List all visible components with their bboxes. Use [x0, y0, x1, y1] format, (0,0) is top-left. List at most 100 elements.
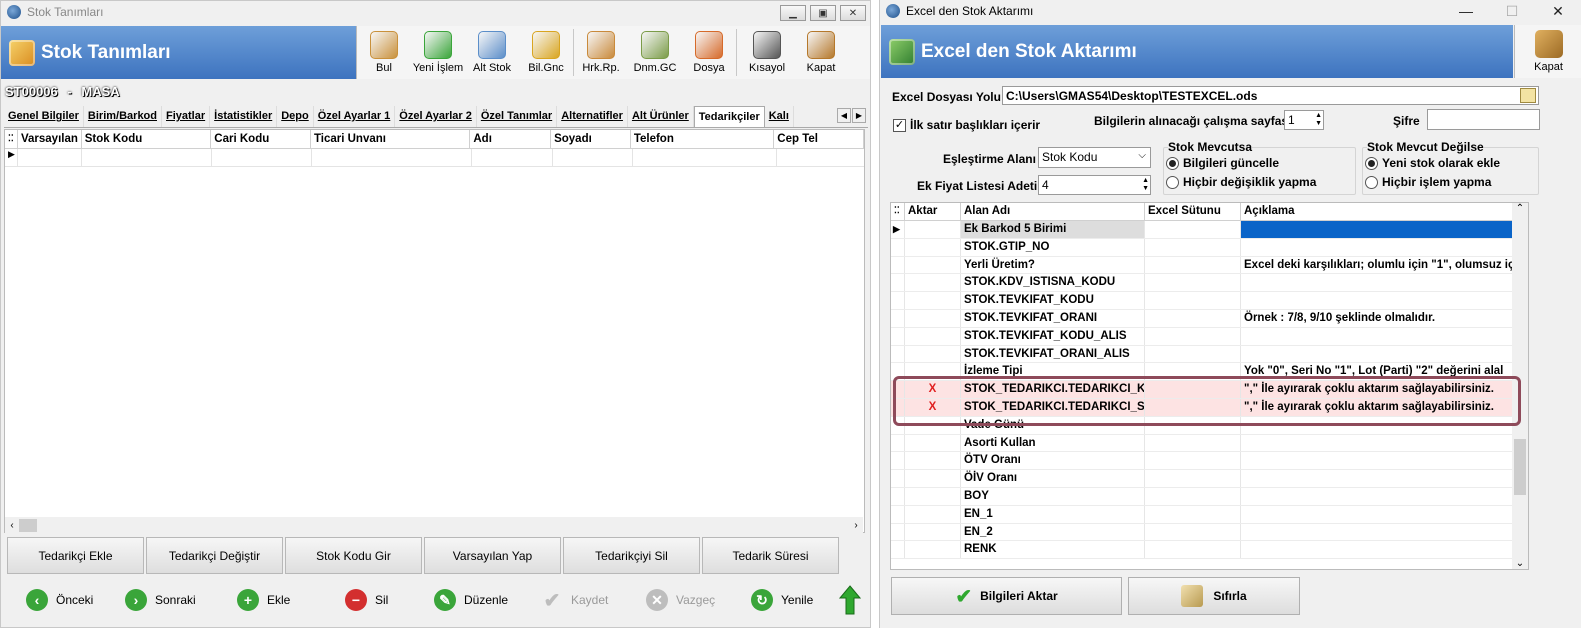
aktar-cell[interactable]	[905, 452, 961, 470]
tab-5[interactable]: Özel Ayarlar 1	[314, 106, 396, 127]
table-row[interactable]: Yerli Üretim? Excel deki karşılıkları; ol…	[891, 256, 1528, 275]
excel-column-cell[interactable]	[1145, 487, 1241, 505]
excel-column-cell[interactable]	[1145, 327, 1241, 345]
minimize-button[interactable]: —	[1443, 0, 1489, 22]
row-selector[interactable]	[891, 345, 905, 363]
tab-11[interactable]: Kalı	[765, 106, 794, 127]
aktar-cell[interactable]	[905, 505, 961, 523]
tab-2[interactable]: Fiyatlar	[162, 106, 211, 127]
aktar-cell[interactable]	[905, 523, 961, 541]
scroll-thumb[interactable]	[19, 518, 37, 532]
excel-column-cell[interactable]	[1145, 274, 1241, 292]
header-row-checkbox[interactable]: ✓ İlk satır başlıkları içerir	[893, 118, 1040, 132]
sheet-stepper[interactable]: 1 ▲ ▼	[1284, 110, 1324, 130]
row-selector[interactable]	[891, 470, 905, 487]
aktar-cell[interactable]	[905, 292, 961, 309]
yenile-button[interactable]: ↻ Yenile	[751, 589, 813, 611]
row-selector[interactable]	[891, 309, 905, 327]
önceki-button[interactable]: ‹ Önceki	[26, 589, 93, 611]
minimize-button[interactable]: ▁	[780, 5, 806, 21]
no-change-radio[interactable]: Hiçbir değişiklik yapma	[1166, 175, 1316, 189]
table-row[interactable]: STOK.TEVKIFAT_KODU_ALIS	[891, 327, 1528, 346]
table-row[interactable]: ▶	[5, 149, 864, 167]
column-header[interactable]: Alan Adı	[961, 203, 1145, 220]
tab-8[interactable]: Alternatifler	[557, 106, 628, 127]
excel-column-cell[interactable]	[1145, 452, 1241, 470]
excel-column-cell[interactable]	[1145, 541, 1241, 559]
aktar-cell[interactable]	[905, 309, 961, 327]
transfer-button[interactable]: ✔ Bilgileri Aktar	[891, 577, 1122, 615]
toolbar-period-button[interactable]: Dnm.GC	[628, 26, 682, 79]
excel-column-cell[interactable]	[1145, 221, 1241, 238]
grid-drag-handle-icon[interactable]: ⁚⁚	[891, 203, 905, 220]
aktar-cell[interactable]	[905, 470, 961, 487]
column-header[interactable]: Açıklama	[1241, 203, 1513, 220]
ekle-button[interactable]: + Ekle	[237, 589, 290, 611]
no-action-radio[interactable]: Hiçbir işlem yapma	[1365, 175, 1491, 189]
column-header[interactable]: Soyadı	[551, 130, 631, 148]
table-row[interactable]: STOK.TEVKIFAT_KODU	[891, 292, 1528, 310]
aktar-cell[interactable]	[905, 221, 961, 238]
supplier-action-button[interactable]: Tedarik Süresi	[702, 537, 839, 574]
column-header[interactable]: Cari Kodu	[211, 130, 311, 148]
sonraki-button[interactable]: › Sonraki	[125, 589, 196, 611]
column-header[interactable]: Varsayılan	[18, 130, 82, 148]
row-selector[interactable]	[891, 274, 905, 292]
scroll-thumb[interactable]	[1514, 439, 1526, 495]
column-header[interactable]: Adı	[470, 130, 552, 148]
row-selector[interactable]	[891, 434, 905, 452]
tab-scroll-right-icon[interactable]: ▶	[852, 108, 866, 123]
reset-button[interactable]: Sıfırla	[1128, 577, 1300, 615]
aktar-cell[interactable]	[905, 487, 961, 505]
table-row[interactable]: RENK	[891, 541, 1528, 560]
column-header[interactable]: Telefon	[631, 130, 775, 148]
close-button[interactable]: ✕	[840, 5, 866, 21]
update-info-radio[interactable]: Bilgileri güncelle	[1166, 156, 1279, 170]
scroll-down-icon[interactable]: ⌄	[1512, 558, 1528, 569]
close-button[interactable]: ✕	[1535, 0, 1581, 22]
stepper-arrows-icon[interactable]: ▲ ▼	[1142, 177, 1149, 193]
düzenle-button[interactable]: ✎ Düzenle	[434, 589, 508, 611]
table-row[interactable]: STOK.TEVKIFAT_ORANI_ALIS	[891, 345, 1528, 364]
supplier-action-button[interactable]: Tedarikçiyi Sil	[563, 537, 700, 574]
scroll-left-icon[interactable]: ‹	[5, 520, 19, 531]
toolbar-report-button[interactable]: Hrk.Rp.	[574, 26, 628, 79]
kaydet-button[interactable]: ✔ Kaydet	[541, 589, 609, 612]
excel-column-cell[interactable]	[1145, 523, 1241, 541]
aktar-cell[interactable]	[905, 238, 961, 256]
table-row[interactable]: STOK.KDV_ISTISNA_KODU	[891, 274, 1528, 293]
excel-column-cell[interactable]	[1145, 238, 1241, 256]
excel-column-cell[interactable]	[1145, 505, 1241, 523]
vazgeç-button[interactable]: ✕ Vazgeç	[646, 589, 715, 611]
aktar-cell[interactable]	[905, 327, 961, 345]
toolbar-close-door-button[interactable]: Kapat	[797, 26, 845, 79]
table-row[interactable]: STOK.GTIP_NO	[891, 238, 1528, 257]
suppliers-grid[interactable]: ⁚⁚ Varsayılan Stok Kodu Cari Kodu Ticari Unv…	[4, 129, 865, 533]
folder-open-icon[interactable]	[1520, 88, 1536, 103]
excel-column-cell[interactable]	[1145, 256, 1241, 274]
row-selector[interactable]	[891, 452, 905, 470]
toolbar-substock-button[interactable]: Alt Stok	[465, 26, 519, 79]
scroll-right-icon[interactable]: ›	[849, 520, 863, 531]
table-row[interactable]: STOK.TEVKIFAT_ORANI Örnek : 7/8, 9/10 şek…	[891, 309, 1528, 328]
grid-drag-handle-icon[interactable]: ⁚⁚	[5, 130, 18, 148]
toolbar-new-button[interactable]: Yeni İşlem	[411, 26, 465, 79]
toolbar-update-button[interactable]: Bil.Gnc	[519, 26, 573, 79]
tab-4[interactable]: Depo	[277, 106, 314, 127]
up-arrow-icon[interactable]	[838, 585, 862, 615]
table-row[interactable]: BOY	[891, 487, 1528, 506]
add-new-stock-radio[interactable]: Yeni stok olarak ekle	[1365, 156, 1500, 170]
tab-scroll-left-icon[interactable]: ◀	[837, 108, 851, 123]
row-selector[interactable]	[891, 487, 905, 505]
excel-column-cell[interactable]	[1145, 309, 1241, 327]
row-selector[interactable]	[891, 505, 905, 523]
column-header[interactable]: Ticari Unvanı	[311, 130, 471, 148]
tab-10[interactable]: Tedarikçiler	[693, 106, 765, 127]
tab-7[interactable]: Özel Tanımlar	[477, 106, 558, 127]
maximize-button[interactable]: ▣	[810, 5, 836, 21]
tab-6[interactable]: Özel Ayarlar 2	[395, 106, 477, 127]
supplier-action-button[interactable]: Tedarikçi Ekle	[7, 537, 144, 574]
row-selector[interactable]	[891, 292, 905, 309]
maximize-button[interactable]: ☐	[1489, 0, 1535, 22]
row-selector[interactable]	[891, 256, 905, 274]
